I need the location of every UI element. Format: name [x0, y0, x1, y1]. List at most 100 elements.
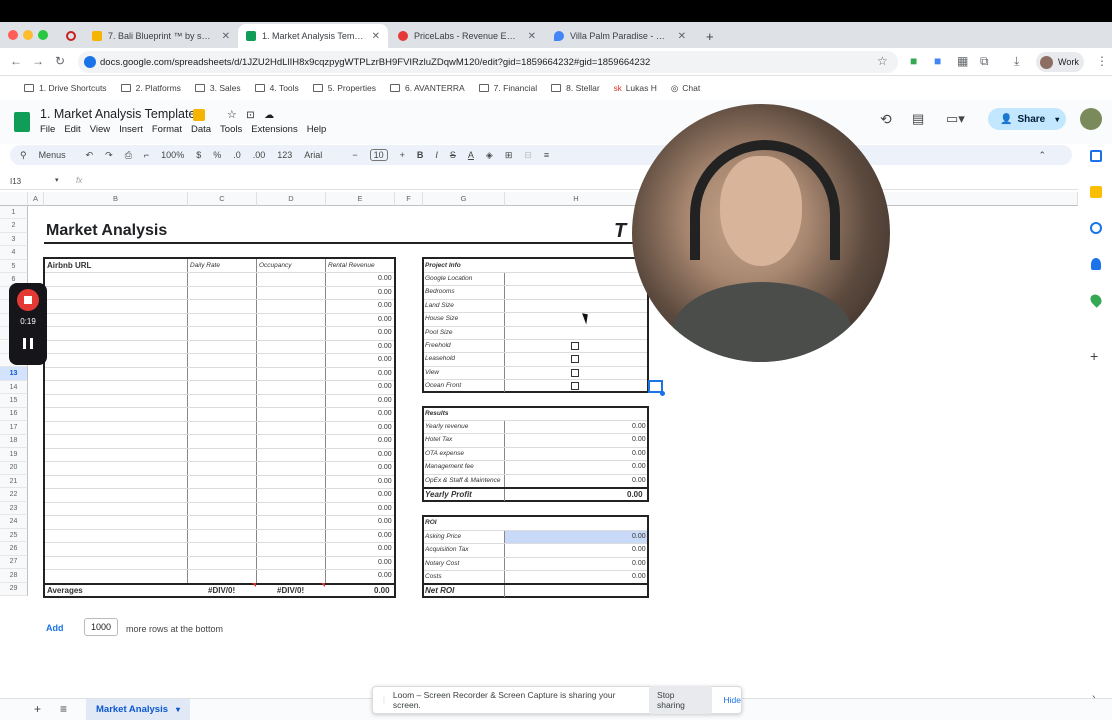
- row-header[interactable]: 16: [0, 407, 28, 422]
- bookmark-folder[interactable]: 5. Properties: [312, 83, 376, 93]
- sheets-addon-icon[interactable]: [193, 109, 205, 121]
- document-title[interactable]: 1. Market Analysis Template ☆ ⊡ ☁: [40, 107, 274, 121]
- row-header[interactable]: 19: [0, 448, 28, 462]
- bookmark-folder[interactable]: 6. AVANTERRA: [389, 83, 465, 93]
- drag-handle-icon[interactable]: ⦙: [383, 695, 385, 706]
- forward-icon[interactable]: →: [32, 54, 44, 68]
- add-sheet-icon[interactable]: +: [34, 702, 41, 716]
- bookmark-folder[interactable]: 3. Sales: [194, 83, 241, 93]
- rental-revenue-cell[interactable]: 0.00: [378, 424, 392, 431]
- search-icon[interactable]: ⚲: [20, 150, 27, 161]
- browser-tab[interactable]: 7. Bali Blueprint ™ by shape.l✕: [84, 24, 238, 48]
- star-icon[interactable]: ☆: [227, 109, 237, 121]
- all-sheets-icon[interactable]: ≡: [60, 702, 67, 716]
- browser-tab-active[interactable]: 1. Market Analysis Templa ✕: [238, 24, 388, 48]
- bookmark-link[interactable]: sk Lukas H: [614, 83, 657, 93]
- row-header[interactable]: 3: [0, 232, 28, 247]
- column-header-h[interactable]: H: [505, 192, 648, 206]
- roi-value[interactable]: 0.00: [632, 560, 646, 567]
- history-icon[interactable]: ⟲: [880, 111, 892, 128]
- avatar[interactable]: [1080, 108, 1102, 130]
- collapse-toolbar-icon[interactable]: ⌃: [1038, 150, 1046, 161]
- bookmark-folder[interactable]: 2. Platforms: [120, 83, 181, 93]
- reload-icon[interactable]: ↻: [55, 54, 65, 68]
- row-header[interactable]: 13: [0, 367, 28, 381]
- tasks-icon[interactable]: [1090, 222, 1102, 234]
- rental-revenue-cell[interactable]: 0.00: [378, 559, 392, 566]
- extension-icon[interactable]: ▦: [957, 54, 968, 68]
- rental-revenue-cell[interactable]: 0.00: [378, 532, 392, 539]
- result-value[interactable]: 0.00: [632, 477, 646, 484]
- extension-icon[interactable]: ■: [934, 54, 941, 68]
- rental-revenue-cell[interactable]: 0.00: [378, 356, 392, 363]
- row-header[interactable]: 4: [0, 246, 28, 260]
- menu-tools[interactable]: Tools: [220, 124, 242, 135]
- result-value[interactable]: 0.00: [632, 463, 646, 470]
- site-info-icon[interactable]: [84, 56, 96, 68]
- rental-revenue-cell[interactable]: 0.00: [378, 451, 392, 458]
- menu-insert[interactable]: Insert: [119, 124, 143, 135]
- add-addon-icon[interactable]: +: [1090, 348, 1098, 364]
- leasehold-checkbox[interactable]: [571, 355, 579, 363]
- column-header-c[interactable]: C: [188, 192, 257, 206]
- chevron-down-icon[interactable]: ▾: [55, 176, 59, 184]
- row-header[interactable]: 28: [0, 569, 28, 583]
- row-header[interactable]: 29: [0, 582, 28, 597]
- move-folder-icon[interactable]: ⊡: [246, 110, 254, 121]
- row-header[interactable]: 24: [0, 515, 28, 529]
- select-all-corner[interactable]: [0, 192, 28, 206]
- strikethrough-icon[interactable]: S: [450, 150, 456, 160]
- print-icon[interactable]: ⎙: [125, 150, 132, 161]
- font-size-decrease[interactable]: −: [352, 150, 357, 160]
- row-header[interactable]: 15: [0, 394, 28, 408]
- close-tab-icon[interactable]: ✕: [678, 31, 686, 42]
- rental-revenue-cell[interactable]: 0.00: [378, 437, 392, 444]
- rental-revenue-cell[interactable]: 0.00: [378, 505, 392, 512]
- currency-format-button[interactable]: $: [196, 150, 201, 160]
- menu-edit[interactable]: Edit: [64, 124, 80, 135]
- row-header[interactable]: 25: [0, 528, 28, 543]
- roi-value[interactable]: 0.00: [632, 573, 646, 580]
- extensions-puzzle-icon[interactable]: ⧉: [980, 54, 989, 69]
- menu-help[interactable]: Help: [307, 124, 327, 135]
- menu-extensions[interactable]: Extensions: [251, 124, 297, 135]
- row-header[interactable]: 26: [0, 542, 28, 556]
- fill-color-icon[interactable]: ◈: [486, 150, 493, 161]
- download-icon[interactable]: ⤓: [1014, 54, 1019, 69]
- minimize-window-button[interactable]: [23, 30, 33, 40]
- merge-cells-icon[interactable]: ⊟: [524, 150, 532, 161]
- rental-revenue-cell[interactable]: 0.00: [378, 383, 392, 390]
- menu-file[interactable]: File: [40, 124, 55, 135]
- add-rows-count-input[interactable]: 1000: [84, 618, 119, 636]
- align-icon[interactable]: ≡: [544, 150, 549, 160]
- close-window-button[interactable]: [8, 30, 18, 40]
- rental-revenue-cell[interactable]: 0.00: [378, 370, 392, 377]
- extension-icon[interactable]: ■: [910, 54, 917, 68]
- row-header[interactable]: 2: [0, 219, 28, 233]
- name-box[interactable]: I13: [10, 177, 21, 186]
- sheets-logo-icon[interactable]: [14, 112, 30, 132]
- roi-value[interactable]: 0.00: [632, 533, 646, 540]
- keep-icon[interactable]: [1090, 186, 1102, 198]
- browser-tab[interactable]: PriceLabs - Revenue Estimat ✕: [390, 24, 544, 48]
- close-tab-icon[interactable]: ✕: [222, 31, 230, 42]
- roi-value[interactable]: 0.00: [632, 546, 646, 553]
- rental-revenue-cell[interactable]: 0.00: [378, 316, 392, 323]
- bold-icon[interactable]: B: [417, 150, 424, 160]
- increase-decimal-button[interactable]: .00: [253, 150, 266, 160]
- back-icon[interactable]: ←: [10, 54, 22, 68]
- rental-revenue-cell[interactable]: 0.00: [378, 518, 392, 525]
- bookmark-link[interactable]: ◎ Chat: [671, 83, 700, 94]
- rental-revenue-cell[interactable]: 0.00: [378, 545, 392, 552]
- close-tab-icon[interactable]: ✕: [528, 31, 536, 42]
- undo-icon[interactable]: ↶: [86, 150, 94, 161]
- rental-revenue-cell[interactable]: 0.00: [378, 302, 392, 309]
- menu-format[interactable]: Format: [152, 124, 182, 135]
- row-header[interactable]: 18: [0, 434, 28, 449]
- column-header-a[interactable]: A: [28, 192, 44, 206]
- maps-icon[interactable]: [1088, 292, 1104, 308]
- row-header[interactable]: 23: [0, 501, 28, 516]
- stop-recording-button[interactable]: [17, 289, 39, 311]
- pinned-recording-tab[interactable]: [58, 24, 84, 48]
- url-field[interactable]: docs.google.com/spreadsheets/d/1JZU2HdLl…: [78, 51, 898, 73]
